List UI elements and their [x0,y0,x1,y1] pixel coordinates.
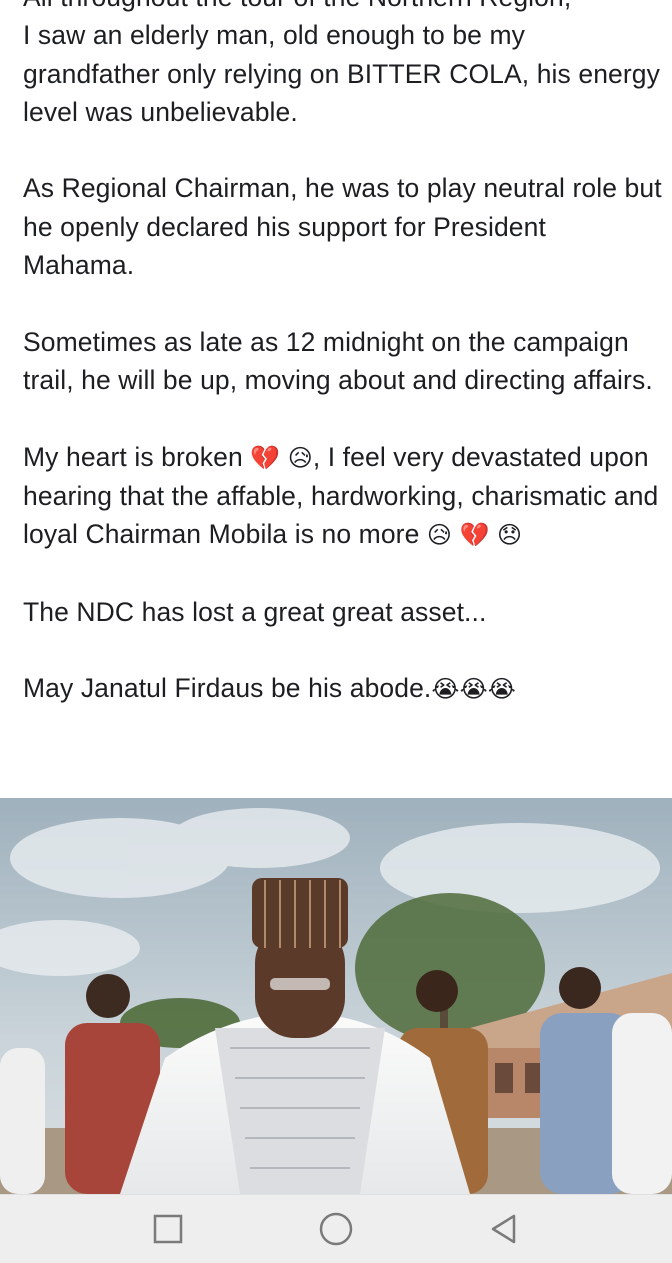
crying-emoji: 😭 [431,675,460,704]
paragraph-6: May Janatul Firdaus be his abode.😭😭😭 [23,669,663,708]
crying-emoji: 😭 [459,675,488,704]
sad-emoji: 😥 [426,521,453,550]
home-button[interactable] [296,1195,376,1263]
paragraph-4: My heart is broken 💔 😥, I feel very deva… [23,438,663,555]
broken-heart-emoji: 💔 [250,443,281,472]
paragraph-1: All throughout the tour of the Northern … [23,0,663,131]
android-nav-bar [0,1194,672,1263]
recents-button[interactable] [128,1195,208,1263]
back-button[interactable] [464,1195,544,1263]
triangle-back-icon [491,1214,516,1244]
paragraph-6-text: May Janatul Firdaus be his abode. [23,673,432,704]
paragraph-3: Sometimes as late as 12 midnight on the … [23,326,653,395]
paragraph-1-body: I saw an elderly man, old enough to be m… [23,20,660,127]
paragraph-1-first-line: All throughout the tour of the Northern … [23,0,571,12]
post-photo[interactable] [0,798,672,1194]
pensive-emoji: 😞 [496,521,523,550]
crying-emoji: 😭 [487,675,516,704]
photo-illustration [0,798,672,1194]
post-text: All throughout the tour of the Northern … [23,0,663,709]
circle-icon [319,1212,353,1246]
paragraph-5: The NDC has lost a great great asset... [23,596,487,627]
square-icon [153,1214,183,1244]
broken-heart-emoji: 💔 [459,521,490,550]
paragraph-2: As Regional Chairman, he was to play neu… [23,173,662,281]
sad-emoji: 😥 [287,443,313,472]
paragraph-4-start: My heart is broken [23,441,243,472]
